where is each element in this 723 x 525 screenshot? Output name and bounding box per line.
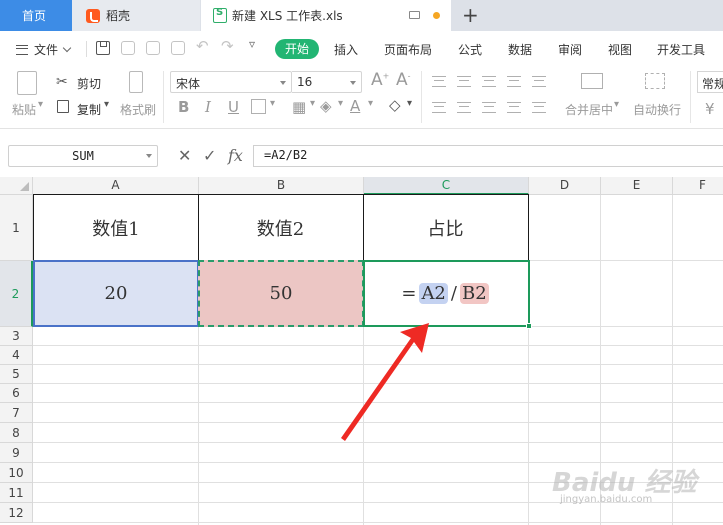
baidu-watermark-url: jingyan.baidu.com <box>560 494 653 505</box>
annotation-arrow <box>341 323 429 441</box>
